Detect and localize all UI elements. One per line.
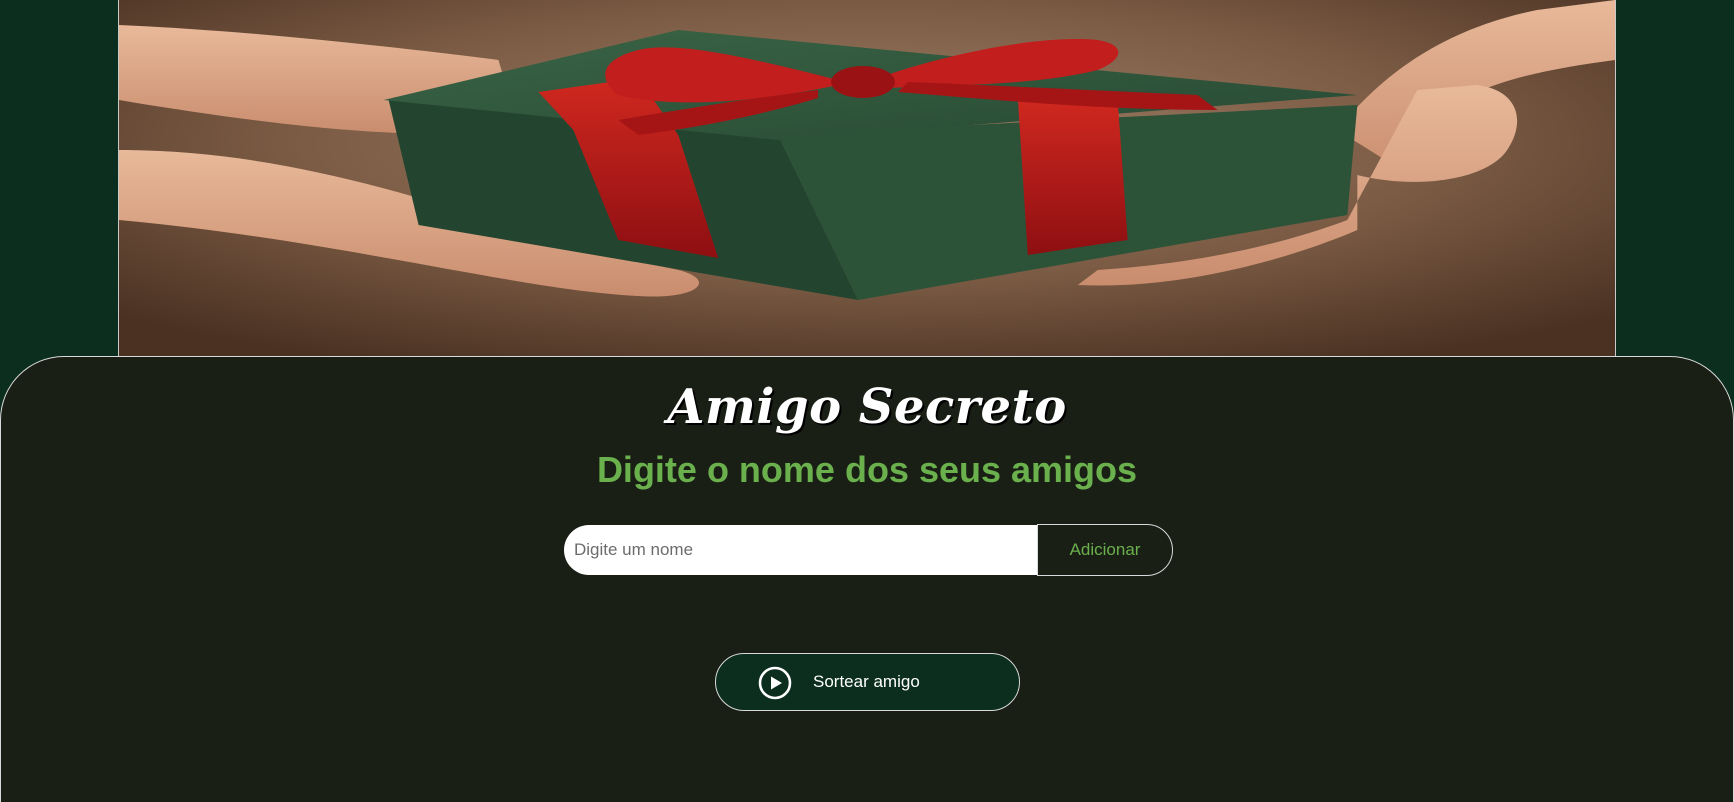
hero-banner bbox=[118, 0, 1616, 356]
page-subtitle: Digite o nome dos seus amigos bbox=[596, 449, 1138, 490]
ribbon-knot bbox=[831, 66, 895, 98]
main-panel: Amigo Secreto Digite o nome dos seus ami… bbox=[0, 356, 1734, 802]
name-input[interactable] bbox=[564, 525, 1037, 575]
draw-friend-button[interactable]: Sortear amigo bbox=[715, 653, 1020, 711]
gift-illustration bbox=[119, 0, 1615, 356]
add-friend-form: Adicionar bbox=[564, 524, 1173, 576]
ribbon-band-right bbox=[1017, 98, 1128, 255]
page-title: Amigo Secreto bbox=[667, 379, 1067, 435]
draw-button-label: Sortear amigo bbox=[813, 672, 920, 691]
play-circle-icon bbox=[758, 666, 792, 700]
add-button[interactable]: Adicionar bbox=[1037, 524, 1173, 576]
